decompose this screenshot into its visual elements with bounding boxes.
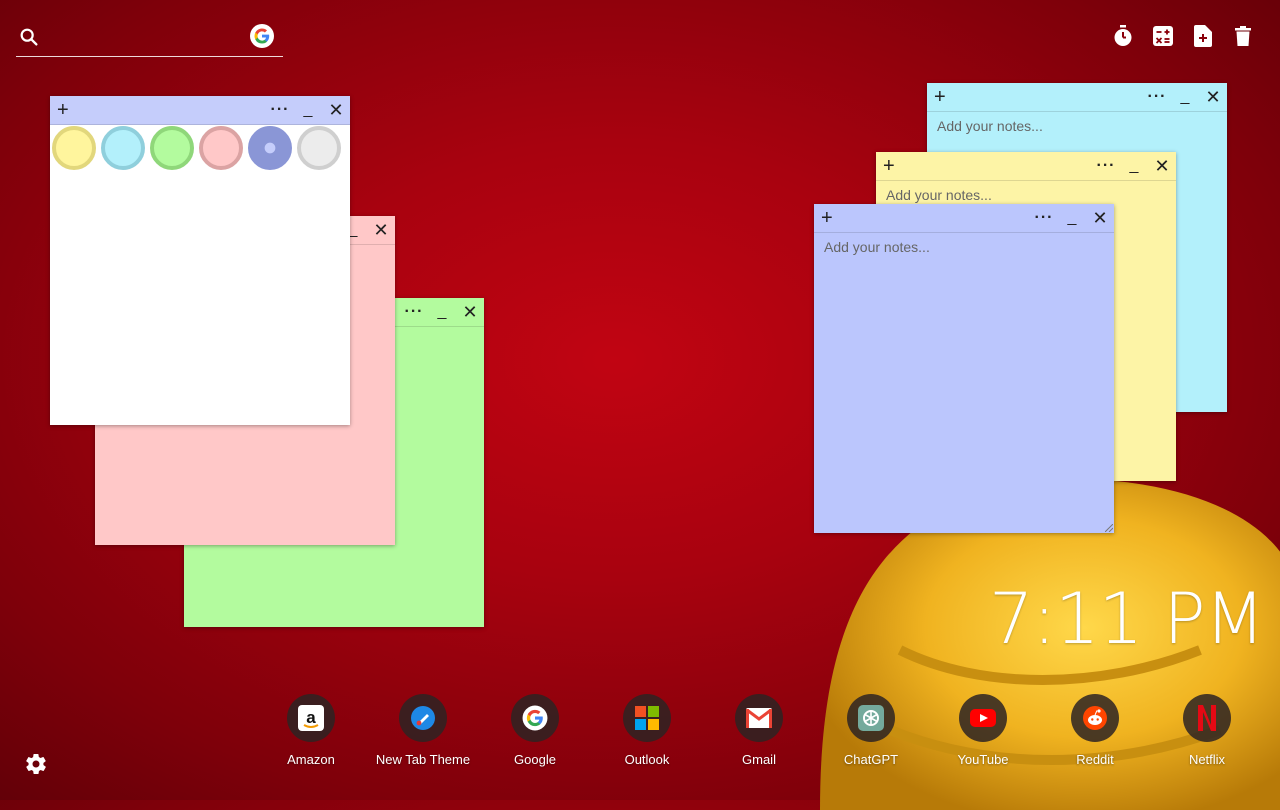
shortcut-label: Reddit — [1076, 752, 1114, 767]
shortcut-google[interactable]: Google — [479, 694, 591, 767]
note-placeholder: Add your notes... — [886, 187, 992, 203]
add-note-icon[interactable]: + — [821, 206, 833, 230]
netflix-icon — [1183, 694, 1231, 742]
swatch-grey[interactable] — [297, 126, 341, 170]
note-titlebar[interactable]: + ··· _ ✕ — [50, 96, 350, 125]
shortcut-new-tab-theme[interactable]: New Tab Theme — [367, 694, 479, 767]
trash-icon[interactable] — [1232, 24, 1254, 48]
timer-icon[interactable] — [1112, 24, 1134, 48]
shortcut-outlook[interactable]: Outlook — [591, 694, 703, 767]
shortcut-label: New Tab Theme — [375, 752, 471, 767]
blue-note[interactable]: + ··· _ ✕ Add your notes... — [814, 204, 1114, 533]
shortcut-amazon[interactable]: a Amazon — [255, 694, 367, 767]
close-icon[interactable]: ✕ — [371, 216, 391, 244]
more-options-icon[interactable]: ··· — [1147, 83, 1167, 111]
search-icon — [20, 28, 38, 46]
close-icon[interactable]: ✕ — [1203, 83, 1223, 111]
note-text-area[interactable]: Add your notes... — [814, 233, 1114, 533]
shortcut-label: Google — [514, 752, 556, 767]
top-toolbar — [1112, 24, 1254, 48]
more-options-icon[interactable]: ··· — [404, 298, 424, 326]
amazon-icon: a — [287, 694, 335, 742]
add-note-icon[interactable]: + — [883, 154, 895, 178]
clock: 7:11 PM — [988, 578, 1265, 660]
outlook-icon — [623, 694, 671, 742]
shortcut-label: ChatGPT — [843, 752, 899, 767]
shortcut-label: Netflix — [1188, 752, 1226, 767]
white-note[interactable]: + ··· _ ✕ — [50, 96, 350, 425]
new-tab-theme-icon — [399, 694, 447, 742]
more-options-icon[interactable]: ··· — [1096, 152, 1116, 180]
note-placeholder: Add your notes... — [937, 118, 1043, 134]
minimize-icon[interactable]: _ — [1175, 83, 1195, 111]
more-options-icon[interactable]: ··· — [1034, 204, 1054, 232]
google-search-icon[interactable] — [250, 24, 274, 48]
close-icon[interactable]: ✕ — [1090, 204, 1110, 232]
shortcut-label: Amazon — [287, 752, 335, 767]
add-note-icon[interactable]: + — [57, 98, 69, 122]
shortcut-youtube[interactable]: YouTube — [927, 694, 1039, 767]
close-icon[interactable]: ✕ — [326, 96, 346, 124]
shortcut-chatgpt[interactable]: ChatGPT — [815, 694, 927, 767]
shortcut-reddit[interactable]: Reddit — [1039, 694, 1151, 767]
add-note-icon[interactable]: + — [934, 85, 946, 109]
shortcuts-bar: a Amazon New Tab Theme Google Outlook Gm… — [255, 694, 1263, 767]
google-icon — [511, 694, 559, 742]
youtube-icon — [959, 694, 1007, 742]
calculator-icon[interactable] — [1152, 24, 1174, 48]
minimize-icon[interactable]: _ — [1124, 152, 1144, 180]
new-note-icon[interactable] — [1192, 24, 1214, 48]
gear-icon[interactable] — [24, 752, 48, 776]
color-picker — [50, 125, 344, 170]
shortcut-netflix[interactable]: Netflix — [1151, 694, 1263, 767]
search-bar[interactable] — [16, 20, 283, 57]
shortcut-label: Outlook — [624, 752, 670, 767]
minimize-icon[interactable]: _ — [432, 298, 452, 326]
swatch-green[interactable] — [150, 126, 194, 170]
swatch-cyan[interactable] — [101, 126, 145, 170]
swatch-blue-selected[interactable] — [248, 126, 292, 170]
search-input[interactable] — [54, 24, 258, 52]
swatch-yellow[interactable] — [52, 126, 96, 170]
note-titlebar[interactable]: + ··· _ ✕ — [876, 152, 1176, 181]
minimize-icon[interactable]: _ — [1062, 204, 1082, 232]
minimize-icon[interactable]: _ — [298, 96, 318, 124]
swatch-pink[interactable] — [199, 126, 243, 170]
close-icon[interactable]: ✕ — [1152, 152, 1172, 180]
shortcut-label: Gmail — [742, 752, 776, 767]
shortcut-label: YouTube — [957, 752, 1009, 767]
close-icon[interactable]: ✕ — [460, 298, 480, 326]
note-titlebar[interactable]: + ··· _ ✕ — [814, 204, 1114, 233]
reddit-icon — [1071, 694, 1119, 742]
chatgpt-icon — [847, 694, 895, 742]
svg-text:a: a — [306, 708, 316, 727]
more-options-icon[interactable]: ··· — [270, 96, 290, 124]
note-placeholder: Add your notes... — [824, 239, 930, 255]
gmail-icon — [735, 694, 783, 742]
shortcut-gmail[interactable]: Gmail — [703, 694, 815, 767]
note-titlebar[interactable]: + ··· _ ✕ — [927, 83, 1227, 112]
resize-handle-icon[interactable] — [1105, 524, 1113, 532]
